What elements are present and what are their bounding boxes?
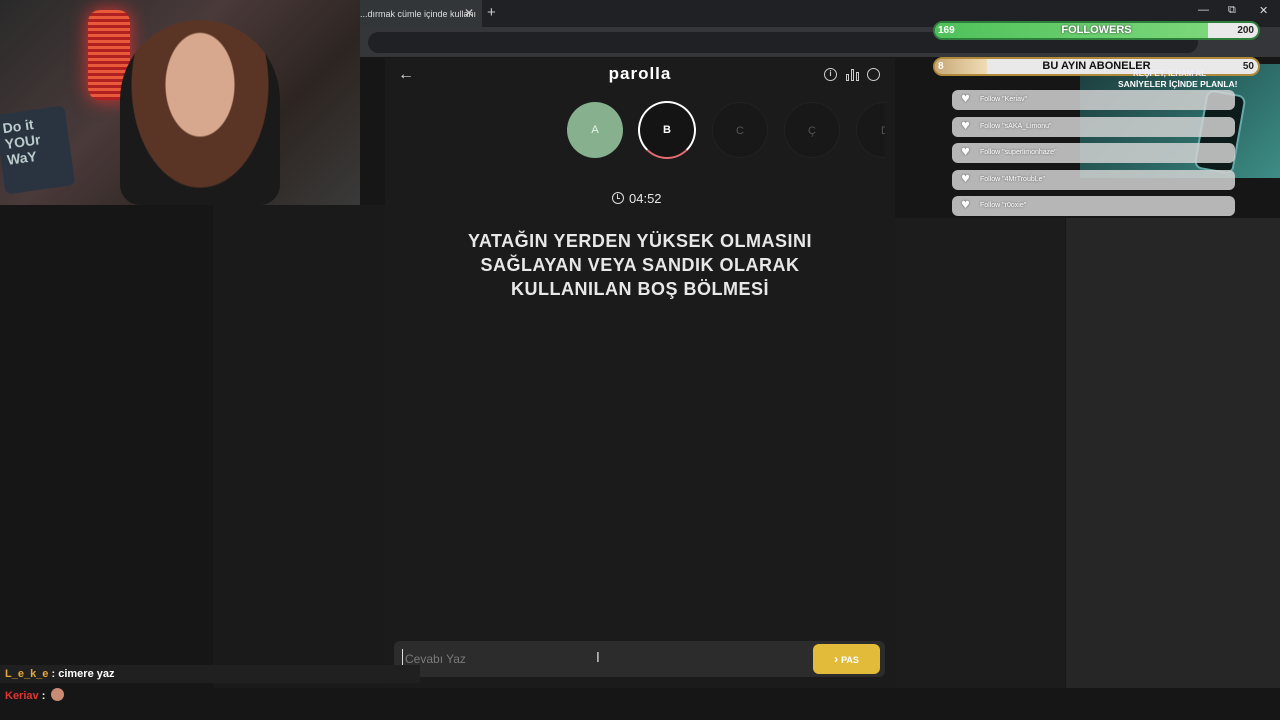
- subscribers-current: 8: [938, 61, 944, 72]
- alert-item: ♥ Follow "Keriav": [952, 90, 1235, 110]
- clock-icon: [612, 192, 624, 204]
- streamer: [120, 20, 280, 205]
- subscribers-goal-bar: BU AYIN ABONELER 8 50: [933, 57, 1260, 76]
- heart-icon: ♥: [961, 147, 970, 158]
- heart-icon: ♥: [961, 173, 970, 185]
- alert-item: ♥ Follow "r0oxie": [952, 196, 1235, 216]
- webcam-feed: Do it YOUr WaY: [0, 0, 360, 205]
- heart-icon: ♥: [961, 94, 970, 105]
- chat-message: Keriav :: [5, 688, 65, 702]
- back-arrow-icon[interactable]: ←: [398, 66, 414, 84]
- chat-text: cimere yaz: [58, 668, 115, 680]
- followers-goal: 200: [1237, 25, 1254, 36]
- letter-circle-a: A: [567, 102, 623, 158]
- letter-circle-cc: Ç: [784, 102, 840, 158]
- subscribers-title: BU AYIN ABONELER: [1042, 60, 1151, 72]
- alert-item: ♥ Follow "superlimonhaze": [952, 143, 1235, 163]
- new-tab-icon[interactable]: +: [487, 4, 496, 21]
- followers-title: FOLLOWERS: [1061, 24, 1132, 36]
- follow-alerts: ♥ Follow "Keriav" ♥ Follow "sAKA_Limonu" ♥…: [952, 90, 1235, 223]
- left-background: [213, 205, 385, 688]
- question-text: YATAĞIN YERDEN YÜKSEK OLMASINI SAĞLAYAN …: [467, 231, 813, 299]
- heart-icon: ♥: [961, 200, 970, 211]
- followers-goal-bar: FOLLOWERS 169 200: [933, 21, 1260, 40]
- right-background: [895, 218, 1065, 688]
- followers-current: 169: [938, 25, 955, 36]
- pass-button[interactable]: › PAS: [813, 644, 880, 674]
- letter-circle-b: B: [638, 101, 696, 159]
- heart-icon: ♥: [961, 120, 970, 132]
- alert-item: ♥ Follow "sAKA_Limonu": [952, 116, 1235, 137]
- answer-input[interactable]: [402, 649, 802, 669]
- info-icon[interactable]: i: [824, 68, 837, 81]
- pillow-print: Do it YOUr WaY: [0, 105, 76, 195]
- alert-item: ♥ Follow "4MrTroubLe": [952, 169, 1235, 190]
- subscribers-goal: 50: [1242, 61, 1254, 72]
- maximize-icon[interactable]: ⧉: [1228, 4, 1236, 17]
- emote-icon: [51, 688, 65, 701]
- pass-label: PAS: [841, 655, 859, 665]
- profile-icon[interactable]: [867, 68, 880, 81]
- close-tab-icon[interactable]: ✕: [464, 6, 474, 20]
- window-close-icon[interactable]: ✕: [1259, 4, 1268, 17]
- text-cursor-icon: I: [596, 651, 600, 666]
- letter-circle-c: C: [712, 102, 768, 158]
- chat-message: L_e_k_e : cimere yaz: [5, 668, 115, 680]
- chat-username: Keriav: [5, 690, 39, 702]
- chevron-right-icon: ›: [834, 652, 839, 666]
- right-edge-panel: [1066, 218, 1280, 688]
- promo-line-1: KEŞFET, İLHAM AL: [1133, 69, 1207, 78]
- timer: 04:52: [612, 191, 662, 206]
- app-title: parolla: [608, 64, 672, 83]
- stats-icon[interactable]: [846, 68, 859, 81]
- chat-username: L_e_k_e: [5, 668, 49, 680]
- timer-value: 04:52: [629, 191, 662, 206]
- minimize-icon[interactable]: —: [1198, 4, 1209, 16]
- promo-line-2: SANİYELER İÇİNDE PLANLA!: [1118, 79, 1238, 89]
